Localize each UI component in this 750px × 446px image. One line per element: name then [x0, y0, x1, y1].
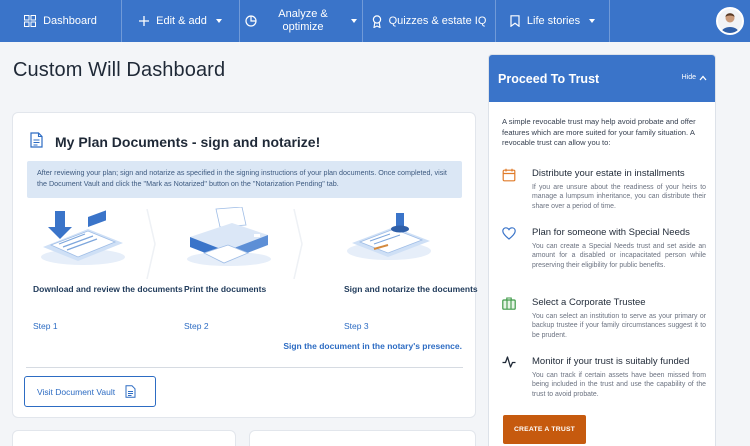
- chevron-down-icon: [589, 19, 596, 23]
- document-icon: [125, 385, 136, 398]
- nav-life-stories[interactable]: Life stories: [496, 0, 610, 42]
- printer-illustration: [187, 207, 271, 266]
- download-documents-illustration: [41, 210, 125, 265]
- divider: [26, 367, 463, 368]
- top-nav: Dashboard Edit & add Analyze & optimize …: [0, 0, 750, 42]
- document-icon: [30, 132, 43, 148]
- feature-desc: You can track if certain assets have bee…: [532, 372, 706, 398]
- nav-quizzes-label: Quizzes & estate IQ: [388, 14, 487, 27]
- hide-panel-button[interactable]: Hide: [682, 74, 707, 81]
- sign-notarize-illustration: [347, 213, 431, 260]
- briefcase-icon: [502, 297, 516, 310]
- feature-title: Select a Corporate Trustee: [532, 297, 646, 308]
- feature-title: Monitor if your trust is suitably funded: [532, 356, 690, 367]
- bookmark-icon: [510, 15, 520, 27]
- plan-documents-card: My Plan Documents - sign and notarize! A…: [12, 112, 478, 418]
- sign-note-link[interactable]: Sign the document in the notary's presen…: [283, 341, 462, 351]
- step-label: Download and review the documents: [33, 284, 183, 294]
- feature-desc: You can create a Special Needs trust and…: [532, 243, 706, 269]
- heart-icon: [502, 227, 516, 240]
- calendar-icon: [502, 168, 516, 182]
- page-title: Custom Will Dashboard: [13, 59, 226, 81]
- pie-chart-icon: [245, 15, 257, 27]
- chevron-down-icon: [215, 19, 222, 23]
- dashboard-grid-icon: [24, 15, 37, 27]
- signing-info-box: After reviewing your plan; sign and nota…: [27, 161, 462, 198]
- nav-analyze-optimize-label: Analyze & optimize: [278, 8, 328, 33]
- nav-edit-add-label: Edit & add: [156, 14, 207, 27]
- ribbon-award-icon: [372, 14, 381, 28]
- step-number: Step 1: [33, 321, 58, 331]
- proceed-to-trust-panel: Proceed To Trust Hide A simple revocable…: [488, 54, 716, 446]
- nav-dashboard[interactable]: Dashboard: [0, 0, 122, 42]
- step-label: Sign and notarize the documents: [344, 284, 478, 294]
- trust-panel-title: Proceed To Trust: [498, 72, 600, 86]
- step-number: Step 3: [344, 321, 369, 331]
- feature-desc: If you are unsure about the readiness of…: [532, 184, 706, 210]
- feature-title: Distribute your estate in installments: [532, 168, 685, 179]
- step-chevron-icon: [146, 209, 156, 279]
- hide-label: Hide: [681, 74, 696, 81]
- bottom-card-left: [12, 430, 236, 446]
- nav-edit-add[interactable]: Edit & add: [122, 0, 240, 42]
- step-chevron-icon: [293, 209, 303, 279]
- bottom-card-right: [249, 430, 476, 446]
- plus-icon: [139, 16, 150, 26]
- step-number: Step 2: [184, 321, 209, 331]
- feature-title: Plan for someone with Special Needs: [532, 227, 690, 238]
- create-trust-button[interactable]: CREATE A TRUST: [503, 415, 586, 444]
- nav-quizzes[interactable]: Quizzes & estate IQ: [363, 0, 496, 42]
- chevron-up-icon: [699, 75, 707, 80]
- visit-document-vault-button[interactable]: Visit Document Vault: [24, 376, 156, 407]
- step-label: Print the documents: [184, 284, 267, 294]
- pulse-icon: [502, 356, 516, 368]
- trust-intro: A simple revocable trust may help avoid …: [502, 117, 696, 147]
- feature-desc: You can select an institution to serve a…: [532, 313, 706, 339]
- user-avatar-icon[interactable]: [716, 7, 744, 35]
- nav-dashboard-label: Dashboard: [43, 14, 97, 27]
- chevron-down-icon: [351, 19, 357, 23]
- nav-analyze-optimize[interactable]: Analyze & optimize: [240, 0, 363, 42]
- card-title: My Plan Documents - sign and notarize!: [55, 134, 321, 150]
- vault-button-label: Visit Document Vault: [37, 386, 116, 397]
- nav-life-stories-label: Life stories: [526, 14, 581, 27]
- trust-panel-header: Proceed To Trust Hide: [489, 55, 715, 102]
